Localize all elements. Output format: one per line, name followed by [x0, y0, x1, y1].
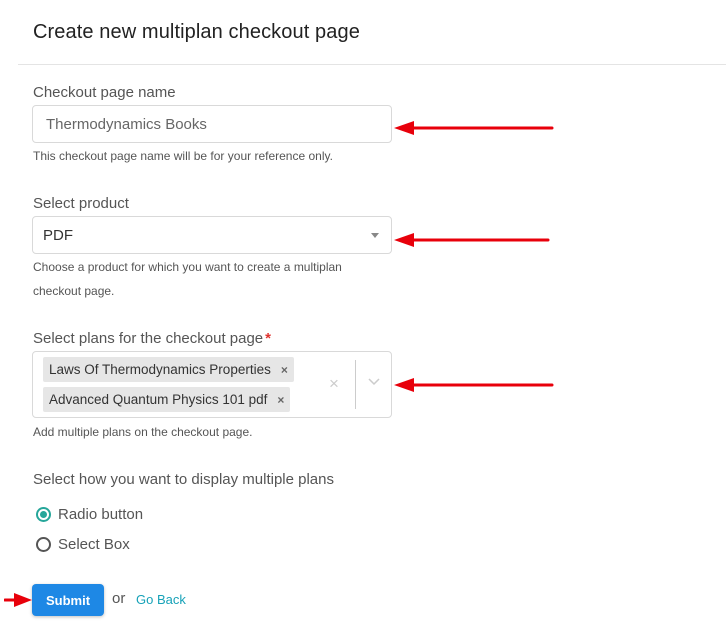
annotation-arrow-icon: [4, 593, 32, 607]
remove-chip-icon[interactable]: ×: [281, 363, 288, 377]
plan-chip-label: Laws Of Thermodynamics Properties: [49, 362, 271, 377]
header-divider: [18, 64, 726, 65]
product-selected-value: PDF: [43, 226, 73, 244]
remove-chip-icon[interactable]: ×: [277, 393, 284, 407]
product-label: Select product: [33, 195, 129, 212]
plans-label-text: Select plans for the checkout page: [33, 330, 264, 347]
radio-option-label: Radio button: [58, 506, 144, 523]
plan-chip-label: Advanced Quantum Physics 101 pdf: [49, 392, 268, 407]
radio-option-label: Select Box: [58, 536, 130, 553]
go-back-link[interactable]: Go Back: [136, 592, 186, 607]
submit-button[interactable]: Submit: [32, 584, 104, 616]
plans-multiselect[interactable]: Laws Of Thermodynamics Properties × Adva…: [32, 351, 392, 418]
or-text: or: [112, 590, 126, 607]
multiselect-separator: [355, 360, 356, 409]
plan-chip: Advanced Quantum Physics 101 pdf ×: [43, 387, 291, 412]
annotation-arrow-icon: [394, 378, 554, 392]
radio-checked-icon[interactable]: [36, 507, 51, 522]
page-title: Create new multiplan checkout page: [33, 21, 360, 43]
radio-option-radio-button[interactable]: Radio button: [36, 506, 143, 523]
product-select[interactable]: PDF: [32, 216, 392, 254]
checkout-name-help: This checkout page name will be for your…: [33, 149, 333, 163]
annotation-arrow-icon: [394, 233, 550, 247]
radio-unchecked-icon[interactable]: [36, 537, 51, 552]
annotation-arrow-icon: [394, 121, 554, 135]
display-mode-label: Select how you want to display multiple …: [33, 471, 334, 488]
clear-all-icon[interactable]: ×: [329, 374, 339, 394]
plans-help: Add multiple plans on the checkout page.: [33, 425, 253, 439]
radio-option-select-box[interactable]: Select Box: [36, 536, 130, 553]
checkout-name-input[interactable]: [32, 105, 392, 143]
caret-down-icon: [371, 232, 379, 238]
plan-chip: Laws Of Thermodynamics Properties ×: [43, 357, 294, 382]
checkout-name-label: Checkout page name: [33, 84, 176, 101]
product-help: Choose a product for which you want to c…: [33, 260, 342, 298]
required-marker: *: [265, 330, 271, 347]
chevron-down-icon[interactable]: [368, 378, 380, 386]
plans-label: Select plans for the checkout page *: [33, 330, 271, 347]
